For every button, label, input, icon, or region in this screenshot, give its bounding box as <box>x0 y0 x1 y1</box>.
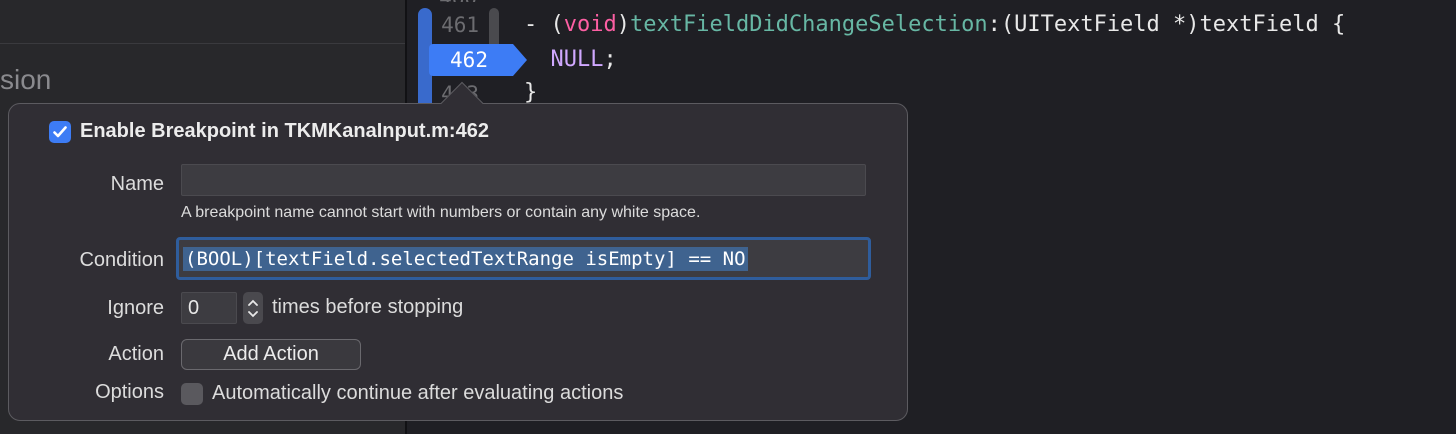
checkmark-icon <box>53 126 67 138</box>
code-keyword: void <box>563 12 617 37</box>
name-hint: A breakpoint name cannot start with numb… <box>181 204 701 221</box>
name-label: Name <box>110 173 164 195</box>
ignore-count-input[interactable] <box>181 292 237 324</box>
breakpoint-line-number: 462 <box>450 48 488 72</box>
ignore-label: Ignore <box>107 297 164 319</box>
line-number: 460 <box>417 0 477 2</box>
condition-text-selected: (BOOL)[textField.selectedTextRange isEmp… <box>183 246 748 271</box>
condition-label: Condition <box>79 249 164 271</box>
code-method-name: textFieldDidChangeSelection <box>629 12 988 37</box>
code-text: } <box>524 80 538 105</box>
breakpoint-name-input[interactable] <box>181 164 866 196</box>
add-action-button[interactable]: Add Action <box>181 339 361 370</box>
navigator-partial-label: sion <box>0 64 52 95</box>
enable-breakpoint-checkbox[interactable] <box>49 121 71 143</box>
code-text: :(UITextField *)textField { <box>987 12 1346 37</box>
auto-continue-checkbox[interactable] <box>181 383 203 405</box>
code-line[interactable]: } <box>524 80 537 105</box>
xcode-window: sion 460 461 462 463 - (void)textFieldDi… <box>0 0 1456 434</box>
chevron-down-icon[interactable] <box>247 310 259 318</box>
ignore-suffix: times before stopping <box>272 296 464 318</box>
code-text: - ( <box>524 12 564 37</box>
auto-continue-label[interactable]: Automatically continue after evaluating … <box>212 382 623 405</box>
code-keyword: NULL <box>550 47 604 72</box>
condition-input[interactable]: (BOOL)[textField.selectedTextRange isEmp… <box>176 237 871 280</box>
code-text: ; <box>603 47 617 72</box>
options-label: Options <box>95 381 164 403</box>
code-line[interactable]: - (void)textFieldDidChangeSelection:(UIT… <box>524 12 1345 37</box>
chevron-up-icon[interactable] <box>247 299 259 307</box>
breakpoint-marker[interactable]: 462 <box>429 44 527 76</box>
navigator-divider <box>0 43 405 44</box>
line-number: 461 <box>441 13 479 37</box>
code-line[interactable]: NULL; <box>524 47 617 72</box>
enable-breakpoint-label[interactable]: Enable Breakpoint in TKMKanaInput.m:462 <box>80 120 489 143</box>
ignore-count-stepper[interactable] <box>243 292 263 324</box>
action-label: Action <box>108 343 164 365</box>
code-text: ) <box>616 12 630 37</box>
